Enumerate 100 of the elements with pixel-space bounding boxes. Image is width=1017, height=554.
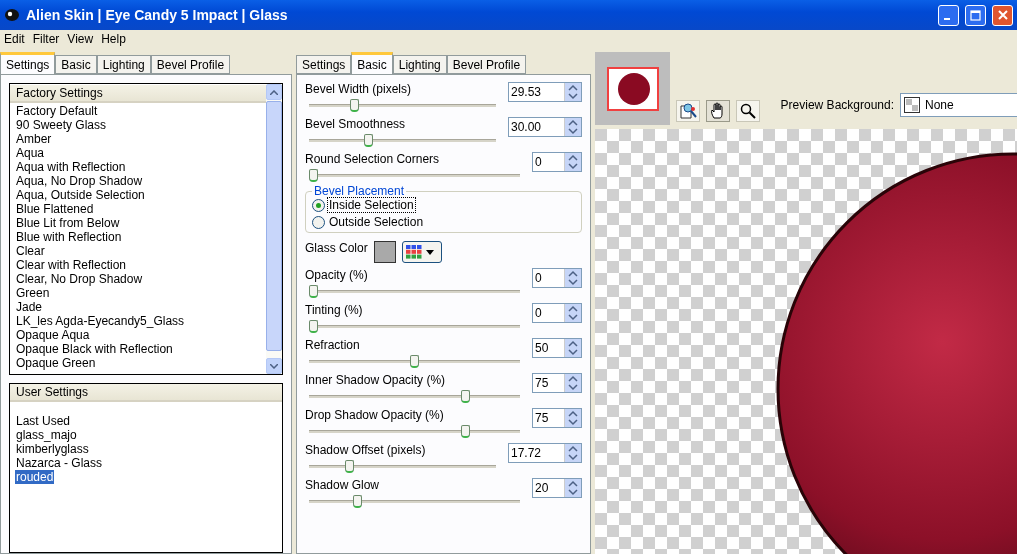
- list-item[interactable]: Aqua with Reflection: [15, 160, 127, 174]
- palette-icon: [405, 245, 422, 259]
- number-field[interactable]: 0: [532, 152, 582, 172]
- slider-thumb[interactable]: [309, 285, 318, 298]
- document-magnifier-icon: [679, 102, 697, 120]
- spinner-arrows-icon[interactable]: [565, 153, 581, 171]
- list-header: User Settings: [10, 384, 282, 402]
- tab[interactable]: Lighting: [96, 55, 151, 74]
- spinner-arrows-icon[interactable]: [565, 269, 581, 287]
- list-item[interactable]: Blue with Reflection: [15, 230, 123, 244]
- app-logo-icon: [4, 7, 20, 23]
- slider-thumb[interactable]: [460, 390, 470, 403]
- slider-label: Shadow Offset (pixels): [305, 443, 426, 457]
- slider-thumb[interactable]: [460, 425, 470, 438]
- list-header: Factory Settings: [10, 85, 266, 103]
- number-field[interactable]: 0: [532, 303, 582, 323]
- number-field[interactable]: 17.72: [508, 443, 582, 463]
- slider-thumb[interactable]: [353, 495, 363, 508]
- list-item[interactable]: Aqua, No Drop Shadow: [15, 174, 144, 188]
- maximize-button[interactable]: [965, 4, 986, 26]
- number-field[interactable]: 0: [532, 268, 582, 288]
- number-field[interactable]: 75: [532, 408, 582, 428]
- list-item[interactable]: rouded: [15, 470, 55, 484]
- spinner-arrows-icon[interactable]: [565, 118, 581, 136]
- search-icon: [740, 103, 756, 119]
- list-item[interactable]: Clear, No Drop Shadow: [15, 272, 144, 286]
- tab[interactable]: Basic: [55, 55, 97, 74]
- slider-thumb[interactable]: [349, 99, 359, 112]
- menu-item[interactable]: Filter: [30, 32, 66, 46]
- menu-item[interactable]: Help: [99, 32, 132, 46]
- tab[interactable]: Settings: [0, 52, 56, 74]
- tab[interactable]: Bevel Profile: [446, 55, 527, 74]
- tab[interactable]: Basic: [351, 52, 393, 74]
- sphere-thumbnail: [606, 66, 659, 111]
- spinner-arrows-icon[interactable]: [565, 304, 581, 322]
- tool-button[interactable]: [706, 100, 730, 122]
- list-item[interactable]: Factory Default: [15, 104, 99, 118]
- spinner-arrows-icon[interactable]: [565, 409, 581, 427]
- list-item[interactable]: Blue Flattened: [15, 202, 95, 216]
- list-item[interactable]: Opaque Aqua: [15, 328, 91, 342]
- list-item[interactable]: Blue Lit from Below: [15, 216, 121, 230]
- color-swatch[interactable]: [373, 241, 396, 263]
- slider-thumb[interactable]: [344, 460, 354, 473]
- list-item[interactable]: Last Used: [15, 414, 72, 428]
- list-item[interactable]: 90 Sweety Glass: [15, 118, 108, 132]
- spinner-arrows-icon[interactable]: [565, 339, 581, 357]
- close-icon: [997, 10, 1008, 20]
- slider-thumb[interactable]: [309, 320, 318, 333]
- tool-button[interactable]: [736, 100, 760, 122]
- spinner-arrows-icon[interactable]: [565, 479, 581, 497]
- list-item[interactable]: Green: [15, 286, 51, 300]
- slider-label: Bevel Width (pixels): [305, 82, 412, 96]
- list-item[interactable]: Opaque Black with Reflection: [15, 342, 174, 356]
- scrollbar[interactable]: [266, 84, 282, 374]
- list-item[interactable]: Jade: [15, 300, 44, 314]
- radio-option[interactable]: Inside Selection: [312, 198, 415, 212]
- list-item[interactable]: Clear: [15, 244, 46, 258]
- tab[interactable]: Lighting: [392, 55, 447, 74]
- palette-button[interactable]: [401, 241, 442, 263]
- list-item[interactable]: Amber: [15, 132, 53, 146]
- slider-label: Opacity (%): [305, 268, 368, 282]
- slider-thumb[interactable]: [364, 134, 374, 147]
- slider-label: Inner Shadow Opacity (%): [305, 373, 446, 387]
- list-item[interactable]: Opaque Green: [15, 356, 97, 370]
- window-title: Alien Skin | Eye Candy 5 Impact | Glass: [26, 7, 289, 23]
- radio-option[interactable]: Outside Selection: [312, 215, 425, 229]
- list-item[interactable]: Aqua: [15, 146, 46, 160]
- number-field[interactable]: 20: [532, 478, 582, 498]
- spinner-arrows-icon[interactable]: [565, 83, 581, 101]
- tab[interactable]: Settings: [296, 55, 352, 74]
- list-item[interactable]: Aqua, Outside Selection: [15, 188, 146, 202]
- number-field[interactable]: 30.00: [508, 117, 582, 137]
- number-field[interactable]: 75: [532, 373, 582, 393]
- close-button[interactable]: [992, 4, 1013, 26]
- minimize-icon: [944, 18, 950, 20]
- minimize-button[interactable]: [938, 4, 959, 26]
- preview-canvas[interactable]: [595, 129, 1017, 554]
- color-label: Glass Color: [305, 241, 368, 255]
- background-dropdown[interactable]: None: [900, 92, 1017, 117]
- number-field[interactable]: 29.53: [508, 82, 582, 102]
- number-field[interactable]: 50: [532, 338, 582, 358]
- maximize-icon: [970, 9, 981, 21]
- list-item[interactable]: Nazarca - Glass: [15, 456, 104, 470]
- slider-label: Shadow Glow: [305, 478, 380, 492]
- slider-thumb[interactable]: [309, 169, 318, 182]
- menu-item[interactable]: View: [65, 32, 100, 46]
- menu-item[interactable]: Edit: [2, 32, 31, 46]
- slider-label: Bevel Smoothness: [305, 117, 406, 131]
- spinner-arrows-icon[interactable]: [565, 374, 581, 392]
- tool-button[interactable]: [676, 100, 700, 122]
- list-item[interactable]: glass_majo: [15, 428, 78, 442]
- list-item[interactable]: Clear with Reflection: [15, 258, 128, 272]
- slider-label: Round Selection Corners: [305, 152, 440, 166]
- spinner-arrows-icon[interactable]: [565, 444, 581, 462]
- list-item[interactable]: LK_les Agda-Eyecandy5_Glass: [15, 314, 186, 328]
- slider-label: Tinting (%): [305, 303, 363, 317]
- tab[interactable]: Bevel Profile: [150, 55, 231, 74]
- slider-thumb[interactable]: [410, 355, 419, 368]
- slider-label: Drop Shadow Opacity (%): [305, 408, 444, 422]
- list-item[interactable]: kimberlyglass: [15, 442, 90, 456]
